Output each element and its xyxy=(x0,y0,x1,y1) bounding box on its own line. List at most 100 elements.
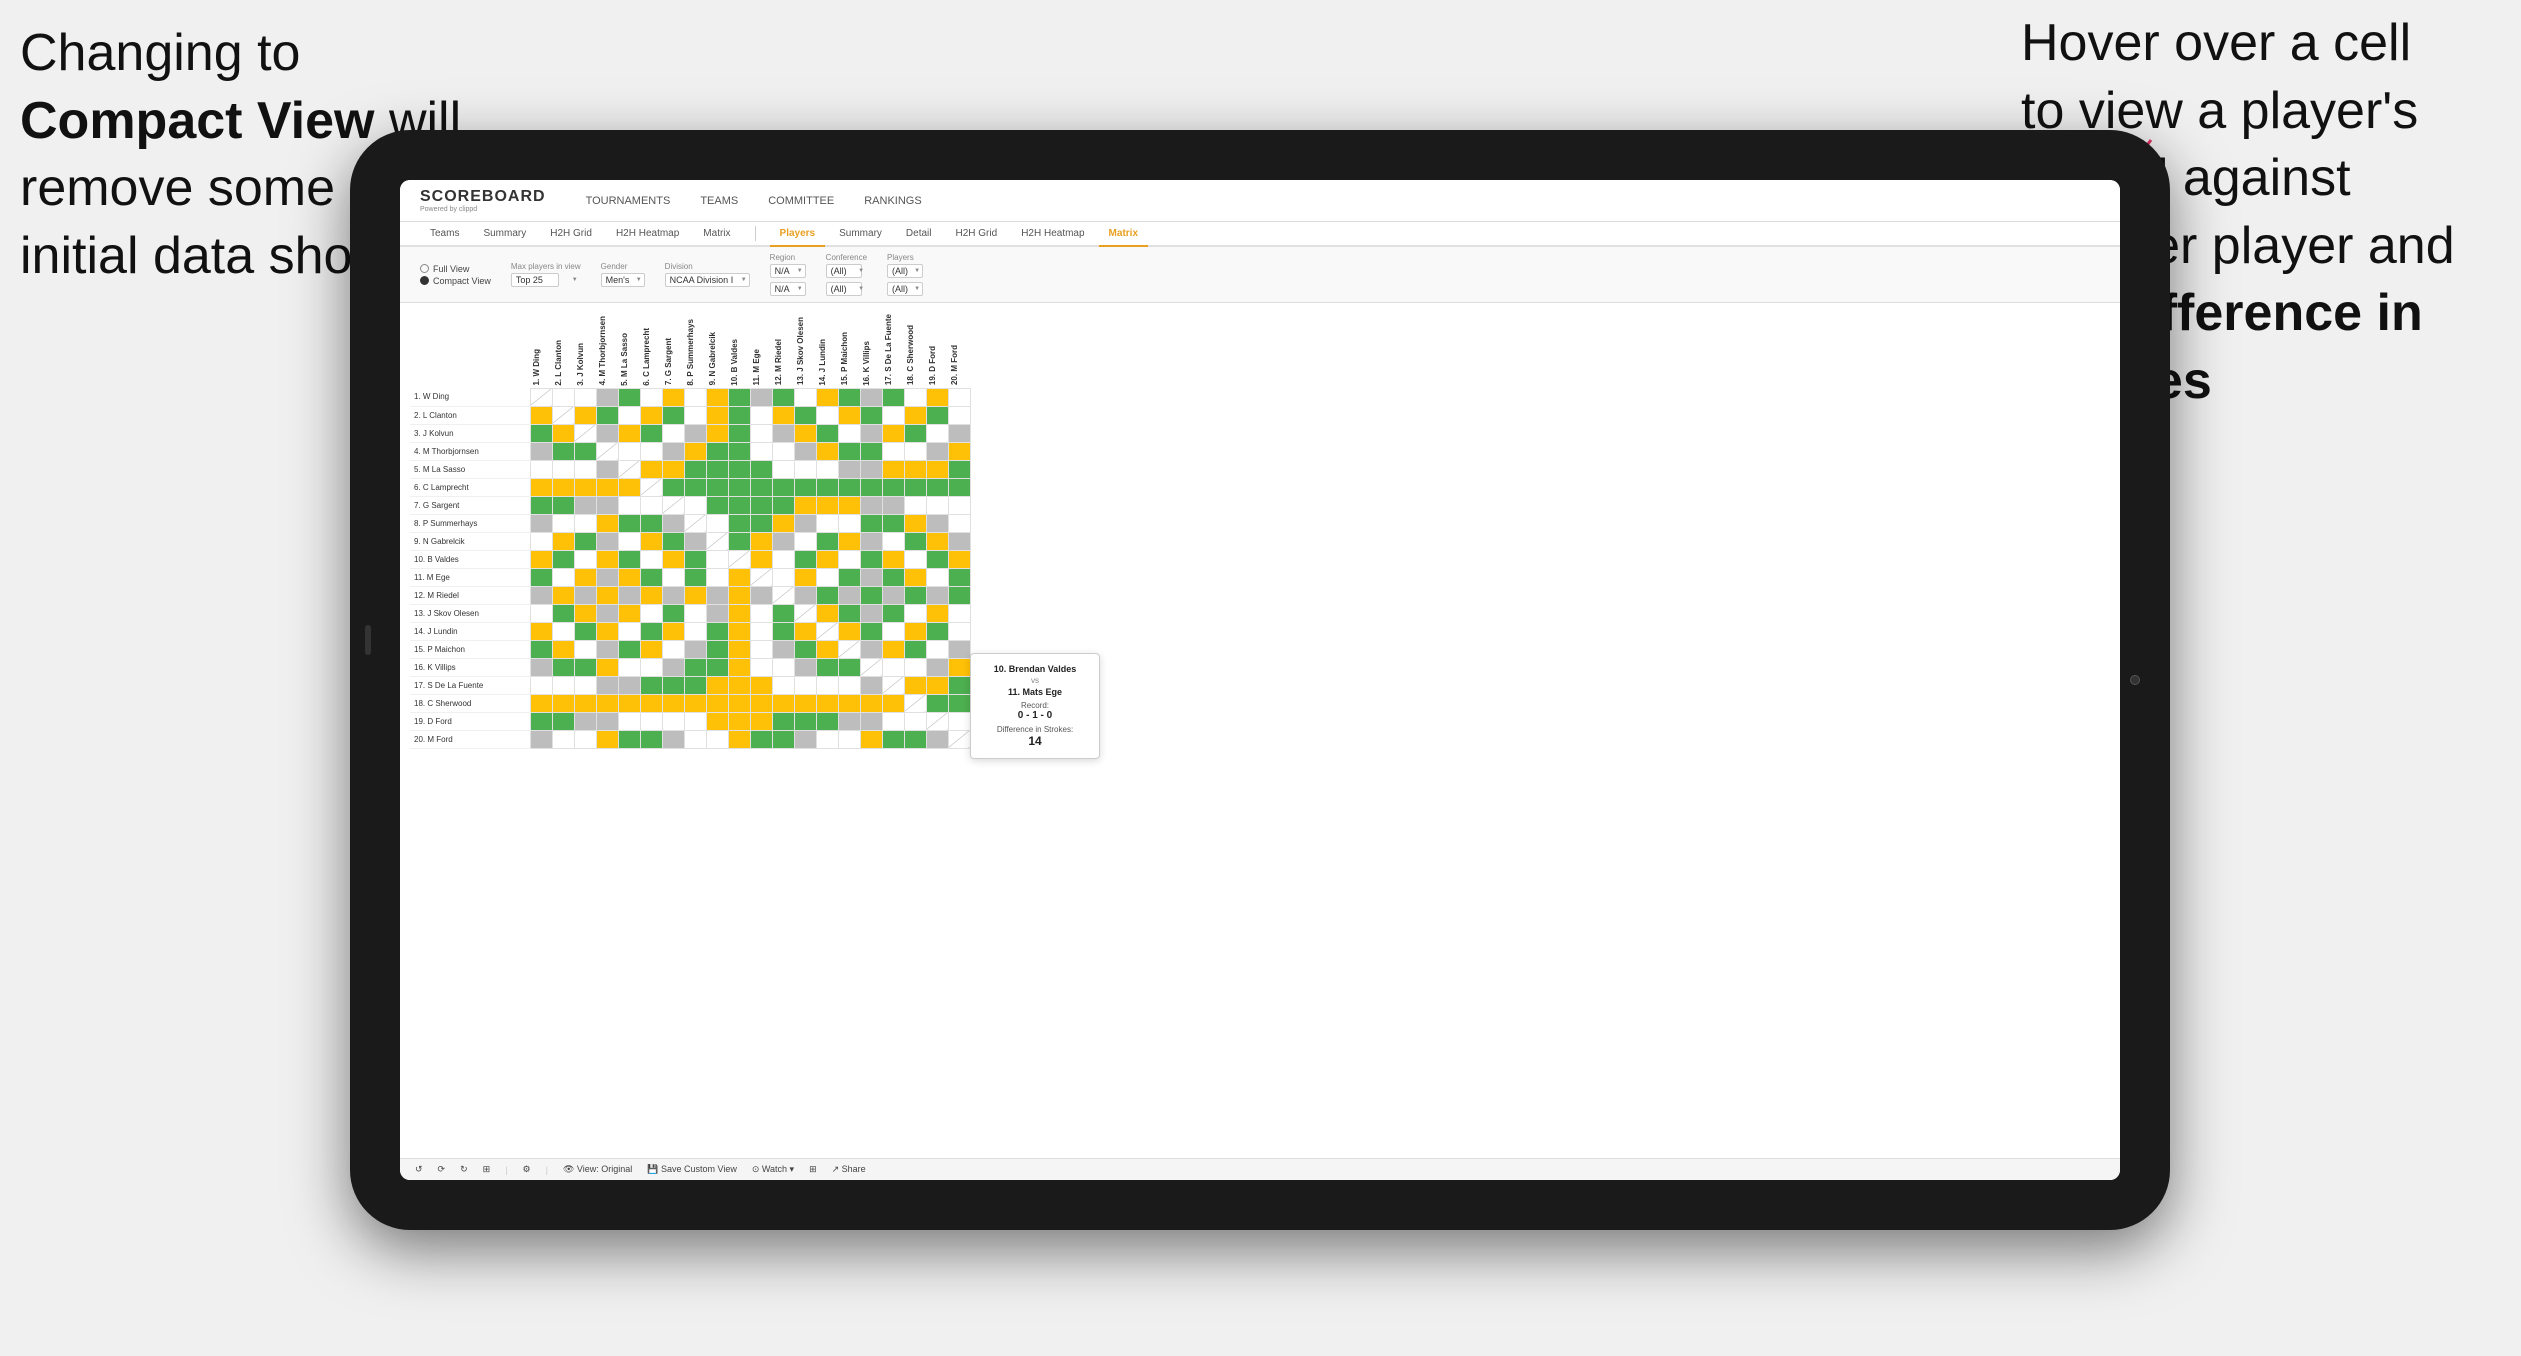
cell-13-8[interactable] xyxy=(706,622,728,640)
cell-13-7[interactable] xyxy=(684,622,706,640)
cell-13-10[interactable] xyxy=(750,622,772,640)
cell-19-3[interactable] xyxy=(596,730,618,748)
cell-16-3[interactable] xyxy=(596,676,618,694)
tab-matrix1[interactable]: Matrix xyxy=(693,222,740,247)
cell-16-11[interactable] xyxy=(772,676,794,694)
tab-h2h-heatmap2[interactable]: H2H Heatmap xyxy=(1011,222,1094,247)
cell-8-9[interactable] xyxy=(728,532,750,550)
cell-17-14[interactable] xyxy=(838,694,860,712)
cell-12-0[interactable] xyxy=(530,604,552,622)
cell-3-18[interactable] xyxy=(926,442,948,460)
cell-1-0[interactable] xyxy=(530,406,552,424)
cell-11-10[interactable] xyxy=(750,586,772,604)
cell-19-17[interactable] xyxy=(904,730,926,748)
cell-9-7[interactable] xyxy=(684,550,706,568)
cell-5-4[interactable] xyxy=(618,478,640,496)
cell-9-11[interactable] xyxy=(772,550,794,568)
tab-summary2[interactable]: Summary xyxy=(829,222,892,247)
tab-h2h-heatmap1[interactable]: H2H Heatmap xyxy=(606,222,689,247)
cell-2-5[interactable] xyxy=(640,424,662,442)
cell-3-4[interactable] xyxy=(618,442,640,460)
cell-17-19[interactable] xyxy=(948,694,970,712)
cell-15-10[interactable] xyxy=(750,658,772,676)
cell-3-15[interactable] xyxy=(860,442,882,460)
cell-10-12[interactable] xyxy=(794,568,816,586)
compact-view-radio[interactable] xyxy=(420,276,429,285)
cell-0-0[interactable] xyxy=(530,388,552,406)
cell-7-7[interactable] xyxy=(684,514,706,532)
cell-17-18[interactable] xyxy=(926,694,948,712)
cell-16-14[interactable] xyxy=(838,676,860,694)
cell-7-4[interactable] xyxy=(618,514,640,532)
cell-11-17[interactable] xyxy=(904,586,926,604)
cell-1-16[interactable] xyxy=(882,406,904,424)
cell-18-5[interactable] xyxy=(640,712,662,730)
cell-7-18[interactable] xyxy=(926,514,948,532)
cell-8-15[interactable] xyxy=(860,532,882,550)
cell-9-16[interactable] xyxy=(882,550,904,568)
cell-2-13[interactable] xyxy=(816,424,838,442)
redo-button[interactable]: ↻ xyxy=(460,1164,468,1175)
cell-8-1[interactable] xyxy=(552,532,574,550)
cell-10-11[interactable] xyxy=(772,568,794,586)
nav-rankings[interactable]: RANKINGS xyxy=(864,191,921,211)
cell-14-18[interactable] xyxy=(926,640,948,658)
cell-18-19[interactable] xyxy=(948,712,970,730)
cell-18-16[interactable] xyxy=(882,712,904,730)
cell-14-19[interactable] xyxy=(948,640,970,658)
cell-10-6[interactable] xyxy=(662,568,684,586)
nav-teams[interactable]: TEAMS xyxy=(700,191,738,211)
cell-8-4[interactable] xyxy=(618,532,640,550)
cell-6-19[interactable] xyxy=(948,496,970,514)
cell-14-12[interactable] xyxy=(794,640,816,658)
cell-4-2[interactable] xyxy=(574,460,596,478)
cell-11-18[interactable] xyxy=(926,586,948,604)
cell-11-16[interactable] xyxy=(882,586,904,604)
cell-13-3[interactable] xyxy=(596,622,618,640)
cell-4-8[interactable] xyxy=(706,460,728,478)
cell-15-6[interactable] xyxy=(662,658,684,676)
cell-17-10[interactable] xyxy=(750,694,772,712)
cell-12-11[interactable] xyxy=(772,604,794,622)
cell-5-8[interactable] xyxy=(706,478,728,496)
cell-0-5[interactable] xyxy=(640,388,662,406)
cell-18-14[interactable] xyxy=(838,712,860,730)
cell-9-4[interactable] xyxy=(618,550,640,568)
cell-13-16[interactable] xyxy=(882,622,904,640)
cell-19-0[interactable] xyxy=(530,730,552,748)
cell-13-6[interactable] xyxy=(662,622,684,640)
cell-11-14[interactable] xyxy=(838,586,860,604)
cell-6-11[interactable] xyxy=(772,496,794,514)
cell-7-16[interactable] xyxy=(882,514,904,532)
cell-18-3[interactable] xyxy=(596,712,618,730)
cell-7-0[interactable] xyxy=(530,514,552,532)
cell-8-2[interactable] xyxy=(574,532,596,550)
cell-3-7[interactable] xyxy=(684,442,706,460)
cell-12-14[interactable] xyxy=(838,604,860,622)
tab-teams[interactable]: Teams xyxy=(420,222,469,247)
cell-1-11[interactable] xyxy=(772,406,794,424)
cell-11-15[interactable] xyxy=(860,586,882,604)
cell-14-8[interactable] xyxy=(706,640,728,658)
cell-6-5[interactable] xyxy=(640,496,662,514)
cell-13-0[interactable] xyxy=(530,622,552,640)
cell-3-0[interactable] xyxy=(530,442,552,460)
cell-17-16[interactable] xyxy=(882,694,904,712)
cell-14-7[interactable] xyxy=(684,640,706,658)
cell-5-16[interactable] xyxy=(882,478,904,496)
cell-9-2[interactable] xyxy=(574,550,596,568)
cell-3-6[interactable] xyxy=(662,442,684,460)
cell-7-10[interactable] xyxy=(750,514,772,532)
gender-select[interactable]: Men's xyxy=(601,273,645,287)
cell-11-9[interactable] xyxy=(728,586,750,604)
cell-12-7[interactable] xyxy=(684,604,706,622)
cell-15-13[interactable] xyxy=(816,658,838,676)
cell-16-15[interactable] xyxy=(860,676,882,694)
cell-19-11[interactable] xyxy=(772,730,794,748)
cell-11-7[interactable] xyxy=(684,586,706,604)
cell-1-9[interactable] xyxy=(728,406,750,424)
cell-1-15[interactable] xyxy=(860,406,882,424)
cell-6-18[interactable] xyxy=(926,496,948,514)
cell-6-0[interactable] xyxy=(530,496,552,514)
cell-6-14[interactable] xyxy=(838,496,860,514)
